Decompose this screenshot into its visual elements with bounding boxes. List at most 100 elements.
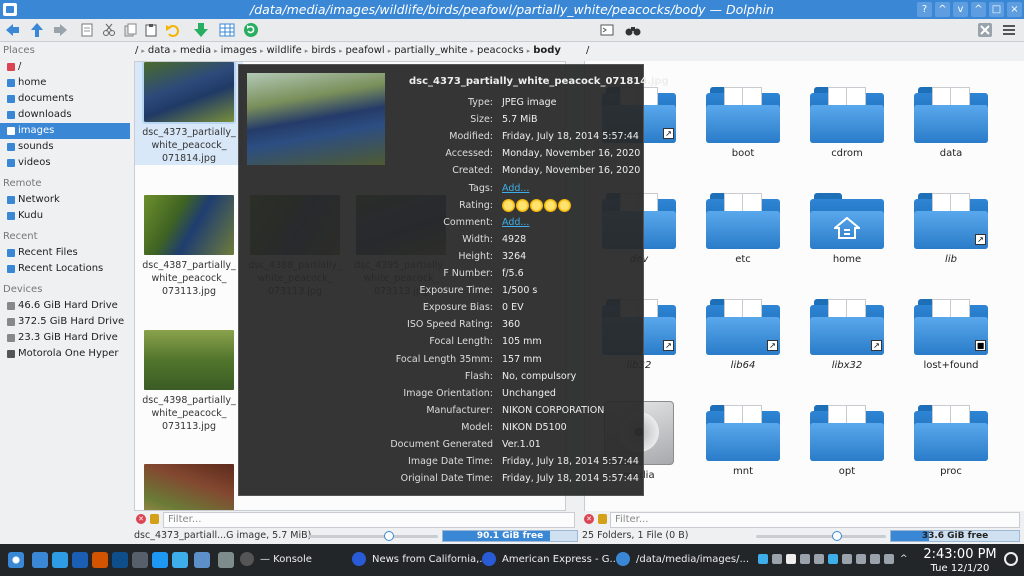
- folder-item[interactable]: boot: [695, 83, 791, 159]
- folder-item[interactable]: proc: [903, 401, 999, 477]
- cut-icon[interactable]: [100, 21, 118, 39]
- folder-item[interactable]: ↗ lib: [903, 189, 999, 265]
- breadcrumb-item[interactable]: images: [221, 45, 257, 56]
- star-icon[interactable]: [558, 198, 571, 212]
- refresh-icon[interactable]: [242, 21, 260, 39]
- power-icon[interactable]: [1004, 552, 1018, 566]
- taskbar-task[interactable]: — Konsole: [240, 552, 312, 568]
- window-button[interactable]: ?: [917, 2, 932, 17]
- forward-icon[interactable]: [52, 21, 70, 39]
- volume-tray-icon[interactable]: [856, 554, 866, 564]
- places-item[interactable]: 46.6 GiB Hard Drive: [0, 298, 130, 314]
- info-tray-icon[interactable]: [758, 554, 768, 564]
- places-item[interactable]: Motorola One Hyper: [0, 346, 130, 362]
- mail-icon[interactable]: [194, 552, 210, 568]
- paste-icon[interactable]: [142, 21, 160, 39]
- file-thumb[interactable]: [135, 464, 243, 510]
- clear-filter-icon[interactable]: ✕: [136, 514, 146, 524]
- breadcrumb-item[interactable]: peafowl: [345, 45, 384, 56]
- zoom-slider-left[interactable]: [308, 535, 438, 538]
- star-icon[interactable]: [516, 198, 529, 212]
- file-thumb[interactable]: dsc_4398_partially_ white_peacock_ 07311…: [135, 330, 243, 433]
- power-tray-icon[interactable]: [884, 554, 894, 564]
- file-thumb[interactable]: dsc_4373_partially_ white_peacock_ 07181…: [135, 62, 243, 165]
- places-item[interactable]: /: [0, 59, 130, 75]
- places-item[interactable]: Kudu: [0, 208, 130, 224]
- breadcrumb-item[interactable]: peacocks: [477, 45, 524, 56]
- menu-icon[interactable]: [1000, 21, 1018, 39]
- lock-icon[interactable]: [150, 514, 159, 524]
- taskbar-task[interactable]: News from California,...: [352, 552, 489, 568]
- download-icon[interactable]: [192, 21, 210, 39]
- globe-icon[interactable]: [112, 552, 128, 568]
- breadcrumb-root[interactable]: /: [586, 45, 589, 56]
- places-item[interactable]: sounds: [0, 139, 130, 155]
- places-item[interactable]: 372.5 GiB Hard Drive: [0, 314, 130, 330]
- zoom-slider-right[interactable]: [756, 535, 886, 538]
- places-item[interactable]: Recent Locations: [0, 261, 130, 277]
- clipboard-tray-icon[interactable]: [786, 554, 796, 564]
- updates-tray-icon[interactable]: [814, 554, 824, 564]
- clock[interactable]: 2:43:00 PM Tue 12/1/20: [920, 547, 1000, 575]
- folder-item[interactable]: ■ lost+found: [903, 295, 999, 371]
- taskbar-task[interactable]: /data/media/images/...: [616, 552, 749, 568]
- file-thumb[interactable]: dsc_4387_partially_ white_peacock_ 07311…: [135, 195, 243, 298]
- window-button[interactable]: ^: [935, 2, 950, 17]
- breadcrumb-item[interactable]: media: [180, 45, 211, 56]
- undo-icon[interactable]: [164, 21, 182, 39]
- places-item[interactable]: downloads: [0, 107, 130, 123]
- clear-filter-icon[interactable]: ✕: [584, 514, 594, 524]
- back-icon[interactable]: [3, 21, 21, 39]
- places-item[interactable]: documents: [0, 91, 130, 107]
- bluetooth-tray-icon[interactable]: [828, 554, 838, 564]
- places-item[interactable]: images: [0, 123, 130, 139]
- tooltip-add-link[interactable]: Add...: [502, 214, 529, 231]
- terminal-panel-icon[interactable]: [598, 21, 616, 39]
- breadcrumb-item[interactable]: body: [533, 45, 561, 56]
- places-item[interactable]: 23.3 GiB Hard Drive: [0, 330, 130, 346]
- copy-icon[interactable]: [122, 21, 140, 39]
- desktop-icon[interactable]: [32, 552, 48, 568]
- folder-item[interactable]: ↗ libx32: [799, 295, 895, 371]
- close-split-icon[interactable]: [976, 21, 994, 39]
- breadcrumb-item[interactable]: birds: [311, 45, 336, 56]
- window-button[interactable]: v: [953, 2, 968, 17]
- star-icon[interactable]: [502, 198, 515, 212]
- breadcrumb-item[interactable]: partially_white: [394, 45, 467, 56]
- places-item[interactable]: home: [0, 75, 130, 91]
- folder-item[interactable]: mnt: [695, 401, 791, 477]
- star-icon[interactable]: [544, 198, 557, 212]
- lock-icon[interactable]: [598, 514, 607, 524]
- application-launcher-icon[interactable]: [8, 552, 24, 568]
- breadcrumb-item[interactable]: wildlife: [266, 45, 301, 56]
- zoom-slider-handle[interactable]: [384, 531, 394, 541]
- storage-tray-icon[interactable]: [842, 554, 852, 564]
- folder-item[interactable]: cdrom: [799, 83, 895, 159]
- places-item[interactable]: Recent Files: [0, 245, 130, 261]
- filter-input-left[interactable]: Filter...: [163, 512, 575, 528]
- network-tray-icon[interactable]: [772, 554, 782, 564]
- kde-connect-icon[interactable]: [152, 552, 168, 568]
- zoom-slider-handle[interactable]: [832, 531, 842, 541]
- folder-item[interactable]: home: [799, 189, 895, 265]
- tray-expand-icon[interactable]: ^: [900, 554, 910, 564]
- places-item[interactable]: Network: [0, 192, 130, 208]
- places-item[interactable]: videos: [0, 155, 130, 171]
- up-icon[interactable]: [28, 21, 46, 39]
- file-manager-icon[interactable]: [52, 552, 68, 568]
- rating-stars[interactable]: [502, 198, 571, 212]
- eye-icon[interactable]: [132, 552, 148, 568]
- firefox-icon[interactable]: [92, 552, 108, 568]
- view-mode-icon[interactable]: [218, 21, 236, 39]
- browser-icon[interactable]: [72, 552, 88, 568]
- binoculars-icon[interactable]: [624, 21, 642, 39]
- tooltip-add-link[interactable]: Add...: [502, 180, 529, 197]
- wifi-tray-icon[interactable]: [870, 554, 880, 564]
- window-button[interactable]: ×: [1007, 2, 1022, 17]
- folder-item[interactable]: etc: [695, 189, 791, 265]
- notes-tray-icon[interactable]: [800, 554, 810, 564]
- folder-item[interactable]: opt: [799, 401, 895, 477]
- krita-icon[interactable]: [172, 552, 188, 568]
- window-button[interactable]: ^: [971, 2, 986, 17]
- breadcrumb-item[interactable]: /: [135, 45, 138, 56]
